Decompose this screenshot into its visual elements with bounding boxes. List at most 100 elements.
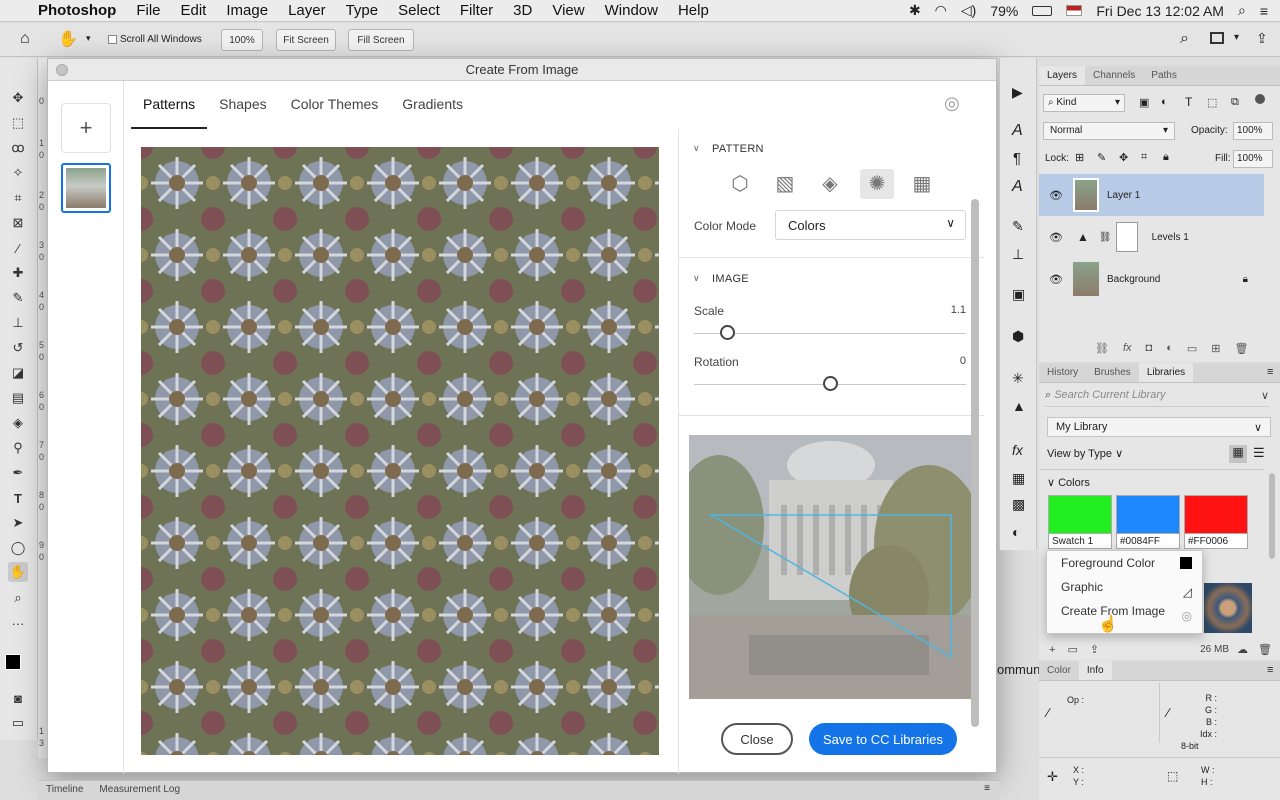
table-icon[interactable]: ▦ (1012, 470, 1025, 487)
path-select-icon[interactable]: ➤ (8, 513, 28, 533)
opacity-field[interactable]: 100% (1233, 122, 1273, 140)
history-brush-icon[interactable]: ↺ (8, 338, 28, 358)
clone-stamp-icon[interactable]: ⊥ (8, 313, 28, 333)
foreground-color-swatch[interactable] (5, 654, 21, 670)
shape-filter-icon[interactable]: ⬚ (1207, 96, 1217, 109)
zoom-100-button[interactable]: 100% (221, 29, 263, 51)
magic-wand-icon[interactable]: ✧ (8, 163, 28, 183)
panel-scrollbar[interactable] (971, 199, 979, 727)
blur-tool-icon[interactable]: ◈ (8, 413, 28, 433)
menu-3d[interactable]: 3D (513, 2, 532, 19)
add-element-icon[interactable]: + (1049, 644, 1055, 656)
kaleidoscope-pattern-icon[interactable]: ✺ (860, 169, 894, 199)
panel-menu-icon[interactable]: ≡ (1267, 366, 1273, 378)
tab-layers[interactable]: Layers (1039, 66, 1086, 85)
menu-app[interactable]: Photoshop (38, 2, 116, 19)
zoom-tool-icon[interactable]: ⌕ (8, 588, 28, 608)
lock-transparent-icon[interactable]: ⊞ (1075, 151, 1084, 164)
tab-channels[interactable]: Channels (1085, 66, 1143, 85)
view-by-select[interactable]: View by Type ∨ (1047, 447, 1123, 460)
cloud-icon[interactable]: ☁ (1237, 643, 1248, 656)
tab-gradients[interactable]: Gradients (390, 81, 475, 129)
kind-filter-select[interactable]: ⌕ Kind ▾ (1043, 94, 1125, 112)
image-thumbnail[interactable] (61, 163, 111, 213)
paragraph-icon[interactable]: ¶ (1013, 150, 1021, 167)
layer-row[interactable]: 👁︎ Background 🔒︎ (1039, 258, 1264, 300)
eye-icon[interactable]: 👁︎ (1049, 189, 1063, 202)
tab-brushes[interactable]: Brushes (1086, 363, 1139, 382)
add-mask-icon[interactable]: ◘ (1146, 342, 1153, 355)
chevron-down-icon[interactable]: ∨ (693, 143, 700, 154)
square-grid-pattern-icon[interactable]: ▦ (907, 169, 937, 199)
new-group-icon[interactable]: ▭ (1187, 342, 1197, 355)
shapes-icon[interactable]: ◐ (1012, 524, 1020, 540)
fill-screen-button[interactable]: Fill Screen (348, 29, 414, 51)
menu-image[interactable]: Image (226, 2, 268, 19)
volume-icon[interactable]: ◁) (961, 2, 976, 19)
device-preview-icon[interactable]: ▣ (1012, 286, 1025, 303)
layer-row[interactable]: 👁︎ Layer 1 (1039, 174, 1264, 216)
lock-position-icon[interactable]: ✥ (1119, 151, 1128, 164)
more-tools-icon[interactable]: ··· (8, 613, 28, 633)
grid-view-icon[interactable]: ▦ (1229, 445, 1247, 463)
marquee-tool-icon[interactable]: ⬚ (8, 113, 28, 133)
tab-history[interactable]: History (1039, 363, 1086, 382)
smart-object-filter-icon[interactable]: ⧉ (1231, 96, 1239, 109)
share-icon[interactable]: ⇪ (1256, 30, 1268, 47)
list-view-icon[interactable]: ☰ (1253, 445, 1265, 461)
fit-screen-button[interactable]: Fit Screen (276, 29, 336, 51)
tab-color[interactable]: Color (1039, 661, 1079, 680)
diamond-pattern-icon[interactable]: ◈ (815, 169, 845, 199)
panel-menu-icon[interactable]: ≡ (974, 781, 1000, 800)
menu-file[interactable]: File (136, 2, 160, 19)
gradient-tool-icon[interactable]: ▤ (8, 388, 28, 408)
library-select[interactable]: My Library ∨ (1047, 417, 1271, 437)
trash-icon[interactable]: 🗑︎ (1258, 643, 1272, 656)
character-icon[interactable]: A (1012, 122, 1023, 140)
chevron-down-icon[interactable]: ∨ (693, 273, 700, 284)
menu-type[interactable]: Type (346, 2, 379, 19)
control-center-icon[interactable]: ≡ (1260, 3, 1268, 19)
filter-toggle-icon[interactable] (1255, 94, 1265, 104)
lasso-tool-icon[interactable]: ꝏ (8, 138, 28, 158)
move-tool-icon[interactable]: ✥ (8, 88, 28, 108)
source-image-preview[interactable] (674, 435, 984, 699)
scroll-all-checkbox[interactable] (108, 35, 117, 44)
upload-icon[interactable]: ⇪ (1090, 643, 1099, 656)
menu-window[interactable]: Window (605, 2, 658, 19)
menu-item-foreground-color[interactable]: Foreground Color (1047, 551, 1202, 575)
fx-icon[interactable]: fx (1123, 342, 1132, 355)
workspace-icon[interactable] (1210, 32, 1224, 44)
datetime[interactable]: Fri Dec 13 12:02 AM (1096, 3, 1224, 19)
hand-tool-icon[interactable]: ✋ (58, 29, 78, 49)
trash-icon[interactable]: 🗑︎ (1234, 342, 1248, 355)
fx-icon[interactable]: fx (1012, 442, 1023, 458)
color-swatch[interactable]: Swatch 1 (1048, 495, 1112, 549)
hexagon-pattern-icon[interactable]: ⬡ (725, 169, 755, 199)
3d-icon[interactable]: ⬢ (1012, 328, 1024, 345)
panel-menu-icon[interactable]: ≡ (1267, 664, 1273, 676)
menu-layer[interactable]: Layer (288, 2, 326, 19)
timeline-icon[interactable]: ▩ (1012, 496, 1025, 513)
menu-filter[interactable]: Filter (460, 2, 493, 19)
layer-row[interactable]: 👁︎ ▲ ⛓︎ Levels 1 (1039, 216, 1264, 258)
dodge-tool-icon[interactable]: ⚲ (8, 438, 28, 458)
chevron-down-icon[interactable]: ▾ (1234, 32, 1239, 43)
color-swatch[interactable]: #FF0006 (1184, 495, 1248, 549)
eyedropper-icon[interactable]: ⁄ (8, 238, 28, 258)
scale-slider-track[interactable] (694, 333, 966, 334)
color-mode-select[interactable]: Colors ∨ (775, 210, 966, 240)
eraser-icon[interactable]: ◪ (8, 363, 28, 383)
blend-mode-select[interactable]: Normal ▾ (1043, 122, 1175, 140)
color-swatch[interactable]: #0084FF (1116, 495, 1180, 549)
tab-timeline[interactable]: Timeline (38, 781, 91, 800)
tab-shapes[interactable]: Shapes (207, 81, 278, 129)
eye-icon[interactable]: 👁︎ (1049, 231, 1063, 244)
add-image-button[interactable]: + (61, 103, 111, 153)
library-scrollbar[interactable] (1269, 473, 1275, 559)
dialog-close-dot[interactable] (56, 64, 68, 76)
brush-tool-icon[interactable]: ✎ (8, 288, 28, 308)
menu-item-create-from-image[interactable]: Create From Image ◎ (1047, 599, 1202, 623)
pen-tool-icon[interactable]: ✒ (8, 463, 28, 483)
healing-brush-icon[interactable]: ✚ (8, 263, 28, 283)
